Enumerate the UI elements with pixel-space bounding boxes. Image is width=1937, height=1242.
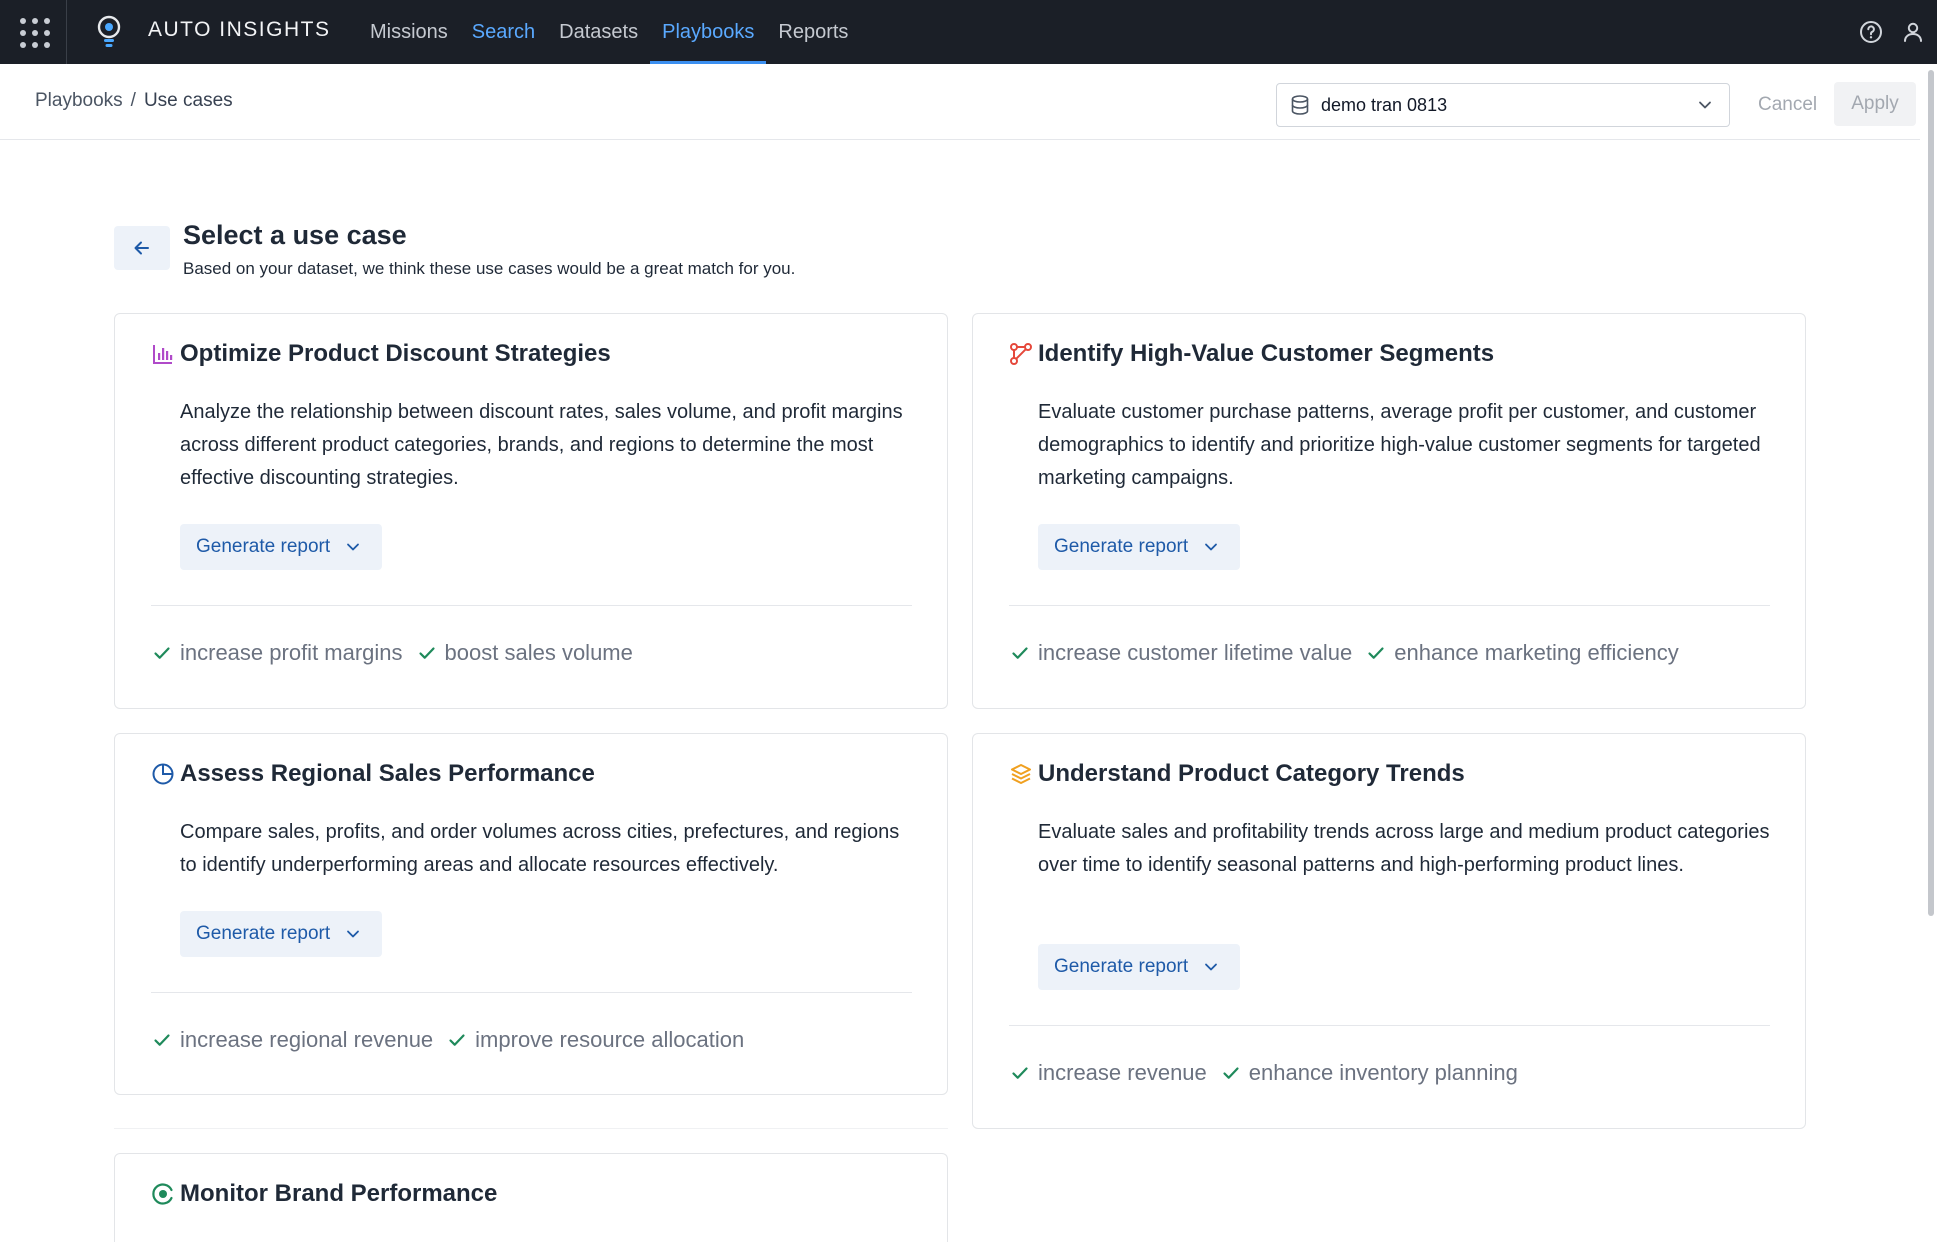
outcome-tags: increase revenue enhance inventory plann… — [1010, 1060, 1532, 1086]
top-nav-bar: AUTO INSIGHTS Missions Search Datasets P… — [0, 0, 1937, 64]
breadcrumb-current: Use cases — [143, 90, 233, 111]
check-icon — [449, 1034, 465, 1046]
outcome-tag: enhance inventory planning — [1221, 1060, 1518, 1086]
outcome-tag: improve resource allocation — [447, 1027, 744, 1053]
check-icon — [1368, 647, 1384, 659]
page-title: Select a use case — [183, 220, 407, 250]
outcome-tag-label: increase customer lifetime value — [1038, 640, 1353, 665]
chevron-down-icon — [347, 543, 360, 551]
generate-report-label: Generate report — [196, 923, 331, 944]
card-title: Assess Regional Sales Performance — [180, 760, 595, 787]
segments-icon — [1010, 343, 1032, 365]
outcome-tag: increase regional revenue — [152, 1027, 433, 1053]
card-description: Analyze the relationship between discoun… — [180, 401, 903, 489]
outcome-tag: increase profit margins — [152, 640, 403, 666]
back-button[interactable] — [114, 226, 170, 270]
check-icon — [418, 647, 435, 659]
arrow-left-icon — [134, 241, 149, 255]
app-launcher-icon[interactable] — [18, 16, 50, 48]
chevron-down-icon — [347, 930, 360, 938]
help-icon[interactable] — [1857, 18, 1885, 46]
outcome-tag-label: enhance marketing efficiency — [1394, 640, 1679, 665]
section-divider — [114, 1128, 948, 1129]
generate-report-label: Generate report — [1054, 956, 1189, 977]
card-description: Evaluate customer purchase patterns, ave… — [1038, 401, 1761, 489]
use-case-card: Monitor Brand Performance — [114, 1153, 948, 1242]
use-case-card: Understand Product Category Trends Evalu… — [972, 733, 1806, 1129]
nav-missions[interactable]: Missions — [358, 0, 460, 64]
outcome-tag-label: boost sales volume — [444, 640, 633, 665]
card-divider — [151, 992, 912, 993]
chevron-down-icon — [1205, 963, 1218, 971]
brand-name: AUTO INSIGHTS — [148, 18, 331, 41]
outcome-tag: boost sales volume — [417, 640, 633, 666]
sub-header: Playbooks / Use cases demo tran 0813 Can… — [0, 64, 1920, 140]
card-title: Understand Product Category Trends — [1038, 760, 1465, 787]
use-case-card: Assess Regional Sales Performance Compar… — [114, 733, 948, 1095]
nav-divider — [66, 0, 67, 64]
check-icon — [1012, 1067, 1028, 1079]
apply-button[interactable]: Apply — [1834, 82, 1916, 126]
nav-reports[interactable]: Reports — [766, 0, 860, 64]
chevron-down-icon — [1699, 101, 1711, 109]
dataset-select-value: demo tran 0813 — [1321, 94, 1448, 115]
generate-report-label: Generate report — [1054, 536, 1189, 557]
use-case-card: Identify High-Value Customer Segments Ev… — [972, 313, 1806, 709]
card-divider — [1009, 1025, 1770, 1026]
outcome-tag: enhance marketing efficiency — [1366, 640, 1679, 666]
database-icon — [1291, 95, 1309, 115]
outcome-tags: increase regional revenue improve resour… — [152, 1027, 758, 1053]
outcome-tag-label: increase profit margins — [180, 640, 403, 665]
cancel-button[interactable]: Cancel — [1748, 84, 1827, 126]
use-case-card: Optimize Product Discount Strategies Ana… — [114, 313, 948, 709]
card-description: Evaluate sales and profitability trends … — [1038, 821, 1770, 876]
generate-report-label: Generate report — [196, 536, 331, 557]
generate-report-button[interactable]: Generate report — [180, 911, 382, 957]
lightbulb-logo-icon — [97, 15, 121, 47]
card-title: Monitor Brand Performance — [180, 1180, 498, 1207]
outcome-tag-label: increase revenue — [1038, 1060, 1207, 1085]
nav-datasets[interactable]: Datasets — [547, 0, 650, 64]
breadcrumb-separator: / — [130, 90, 136, 111]
check-icon — [1012, 647, 1028, 659]
card-title: Identify High-Value Customer Segments — [1038, 340, 1495, 367]
check-icon — [154, 647, 170, 659]
check-icon — [154, 1034, 170, 1046]
nav-search[interactable]: Search — [460, 0, 547, 64]
generate-report-button[interactable]: Generate report — [180, 524, 382, 570]
main-nav: Missions Search Datasets Playbooks Repor… — [358, 0, 860, 64]
outcome-tag: increase revenue — [1010, 1060, 1207, 1086]
card-divider — [151, 605, 912, 606]
user-icon[interactable] — [1899, 18, 1927, 46]
breadcrumb: Playbooks / Use cases — [35, 90, 233, 112]
top-right-actions — [1857, 18, 1927, 46]
generate-report-button[interactable]: Generate report — [1038, 524, 1240, 570]
outcome-tag-label: improve resource allocation — [475, 1027, 745, 1052]
dataset-select[interactable]: demo tran 0813 — [1276, 83, 1730, 127]
outcome-tags: increase customer lifetime value enhance… — [1010, 640, 1693, 666]
outcome-tag-label: enhance inventory planning — [1248, 1060, 1518, 1085]
card-divider — [1009, 605, 1770, 606]
breadcrumb-playbooks[interactable]: Playbooks — [35, 90, 123, 112]
generate-report-button[interactable]: Generate report — [1038, 944, 1240, 990]
scrollbar-thumb[interactable] — [1928, 70, 1934, 916]
outcome-tags: increase profit margins boost sales volu… — [152, 640, 647, 666]
page-subtitle: Based on your dataset, we think these us… — [183, 259, 796, 278]
check-icon — [1223, 1067, 1239, 1079]
card-description: Compare sales, profits, and order volume… — [180, 821, 900, 876]
outcome-tag-label: increase regional revenue — [180, 1027, 434, 1052]
bar-chart-icon — [153, 345, 173, 364]
target-icon — [152, 1183, 173, 1205]
chevron-down-icon — [1205, 543, 1218, 551]
layers-icon — [1011, 764, 1031, 784]
nav-playbooks[interactable]: Playbooks — [650, 0, 767, 64]
outcome-tag: increase customer lifetime value — [1010, 640, 1352, 666]
card-title: Optimize Product Discount Strategies — [180, 340, 611, 367]
pie-chart-icon — [152, 763, 174, 785]
